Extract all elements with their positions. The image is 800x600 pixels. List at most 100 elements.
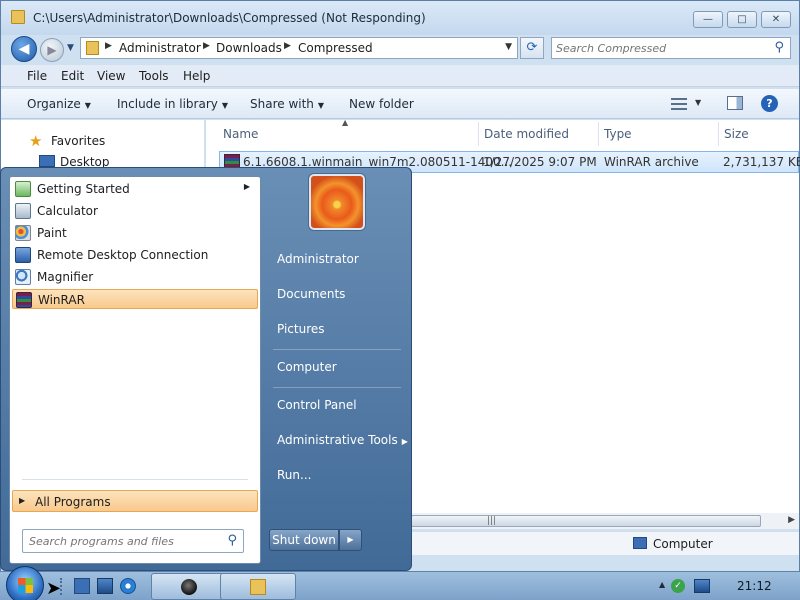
divider xyxy=(273,349,401,350)
magnifier-icon xyxy=(15,269,31,285)
media-player-icon xyxy=(181,579,197,595)
program-calculator[interactable]: Calculator xyxy=(12,201,258,221)
breadcrumb-arrow-icon[interactable]: ▶ xyxy=(203,41,210,51)
start-button[interactable] xyxy=(6,566,44,600)
status-location: Computer xyxy=(653,537,713,551)
network-icon[interactable] xyxy=(694,579,710,593)
share-with-label: Share with xyxy=(250,97,314,111)
column-separator[interactable] xyxy=(598,122,599,146)
program-label: WinRAR xyxy=(38,293,85,307)
organize-label: Organize xyxy=(27,97,81,111)
search-icon[interactable]: ⚲ xyxy=(227,533,237,548)
breadcrumb-administrator[interactable]: Administrator xyxy=(119,41,201,55)
column-separator[interactable] xyxy=(718,122,719,146)
divider xyxy=(22,479,248,480)
start-search-box[interactable]: ⚲ xyxy=(22,529,244,553)
horizontal-scrollbar[interactable]: ||| ▶ xyxy=(411,513,799,529)
menu-help[interactable]: Help xyxy=(183,69,210,83)
clock[interactable]: 21:12 xyxy=(737,579,772,593)
menu-bar: File Edit View Tools Help xyxy=(1,65,799,87)
nav-item-favorites[interactable]: Favorites xyxy=(51,134,105,148)
program-getting-started[interactable]: Getting Started ▶ xyxy=(12,179,258,199)
show-desktop-icon[interactable] xyxy=(74,578,90,594)
taskbar-app-explorer[interactable] xyxy=(220,573,296,600)
program-paint[interactable]: Paint xyxy=(12,223,258,243)
internet-explorer-icon[interactable] xyxy=(120,578,136,594)
start-menu: Getting Started ▶ Calculator Paint Remot… xyxy=(0,167,412,571)
menu-view[interactable]: View xyxy=(97,69,125,83)
organize-button[interactable]: Organize ▼ xyxy=(27,97,91,111)
windows-logo-icon xyxy=(18,578,33,593)
column-header-name[interactable]: Name xyxy=(223,127,258,141)
minimize-button[interactable]: — xyxy=(693,11,723,28)
include-in-library-button[interactable]: Include in library ▼ xyxy=(117,97,228,111)
program-winrar[interactable]: WinRAR xyxy=(12,289,258,309)
column-header-type[interactable]: Type xyxy=(604,127,632,141)
file-date: 1/27/2025 9:07 PM xyxy=(483,155,597,169)
maximize-button[interactable]: □ xyxy=(727,11,757,28)
breadcrumb-arrow-icon[interactable]: ▶ xyxy=(284,41,291,51)
program-label: Paint xyxy=(37,226,67,240)
start-link-administrative-tools[interactable]: Administrative Tools ▶ xyxy=(277,433,408,447)
breadcrumb-arrow-icon[interactable]: ▶ xyxy=(105,41,112,51)
address-bar[interactable]: ▶ Administrator ▶ Downloads ▶ Compressed… xyxy=(80,37,518,59)
show-hidden-icons-icon[interactable]: ▲ xyxy=(659,580,665,589)
refresh-button[interactable]: ⟳ xyxy=(520,37,544,59)
chevron-down-icon[interactable]: ▼ xyxy=(695,98,701,107)
menu-file[interactable]: File xyxy=(27,69,47,83)
share-with-button[interactable]: Share with ▼ xyxy=(250,97,324,111)
search-box[interactable]: ⚲ xyxy=(551,37,791,59)
program-magnifier[interactable]: Magnifier xyxy=(12,267,258,287)
column-header-date-modified[interactable]: Date modified xyxy=(484,127,569,141)
breadcrumb-compressed[interactable]: Compressed xyxy=(298,41,373,55)
navigation-row: ◀ ▶ ▼ ▶ Administrator ▶ Downloads ▶ Comp… xyxy=(1,35,799,63)
help-icon[interactable]: ? xyxy=(761,95,778,112)
chevron-down-icon[interactable]: ▼ xyxy=(505,42,512,52)
divider xyxy=(273,387,401,388)
breadcrumb-downloads[interactable]: Downloads xyxy=(216,41,282,55)
favorites-star-icon: ★ xyxy=(29,132,43,150)
scroll-right-arrow[interactable]: ▶ xyxy=(788,515,795,525)
start-link-documents[interactable]: Documents xyxy=(277,287,345,301)
title-bar[interactable]: C:\Users\Administrator\Downloads\Compres… xyxy=(1,1,799,35)
user-avatar[interactable] xyxy=(309,174,365,230)
new-folder-button[interactable]: New folder xyxy=(349,97,414,111)
shutdown-button[interactable]: Shut down xyxy=(269,529,339,551)
search-icon[interactable]: ⚲ xyxy=(774,40,784,55)
menu-edit[interactable]: Edit xyxy=(61,69,84,83)
all-programs-button[interactable]: ▶ All Programs xyxy=(12,490,258,512)
start-link-computer[interactable]: Computer xyxy=(277,360,337,374)
administrative-tools-label: Administrative Tools xyxy=(277,433,398,447)
toolbar-grip[interactable] xyxy=(60,578,65,595)
preview-pane-icon[interactable] xyxy=(727,96,743,110)
program-remote-desktop-connection[interactable]: Remote Desktop Connection xyxy=(12,245,258,265)
start-link-run[interactable]: Run... xyxy=(277,468,311,482)
command-bar: Organize ▼ Include in library ▼ Share with… xyxy=(1,89,799,119)
program-label: Magnifier xyxy=(37,270,94,284)
recent-pages-icon[interactable]: ▼ xyxy=(67,43,74,53)
action-center-icon[interactable]: ✓ xyxy=(671,579,685,593)
column-separator[interactable] xyxy=(478,122,479,146)
program-label: Getting Started xyxy=(37,182,130,196)
close-button[interactable]: ✕ xyxy=(761,11,791,28)
server-manager-icon[interactable] xyxy=(97,578,113,594)
chevron-down-icon: ▼ xyxy=(221,101,229,110)
expand-arrow-icon: ▶ xyxy=(19,496,26,505)
forward-button[interactable]: ▶ xyxy=(40,38,64,62)
start-search-input[interactable] xyxy=(29,534,219,549)
scrollbar-thumb[interactable]: ||| xyxy=(411,515,761,527)
taskbar-app-media-player[interactable] xyxy=(151,573,227,600)
submenu-arrow-icon: ▶ xyxy=(401,437,408,446)
start-link-control-panel[interactable]: Control Panel xyxy=(277,398,357,412)
submenu-arrow-icon: ▶ xyxy=(243,182,250,191)
start-link-administrator[interactable]: Administrator xyxy=(277,252,359,266)
back-button[interactable]: ◀ xyxy=(11,36,37,62)
shutdown-options-button[interactable]: ▶ xyxy=(339,529,362,551)
search-input[interactable] xyxy=(556,40,766,56)
remote-desktop-icon xyxy=(15,247,31,263)
menu-tools[interactable]: Tools xyxy=(139,69,169,83)
view-list-icon[interactable] xyxy=(671,98,687,110)
folder-icon xyxy=(86,41,99,55)
start-link-pictures[interactable]: Pictures xyxy=(277,322,325,336)
column-header-size[interactable]: Size xyxy=(724,127,749,141)
